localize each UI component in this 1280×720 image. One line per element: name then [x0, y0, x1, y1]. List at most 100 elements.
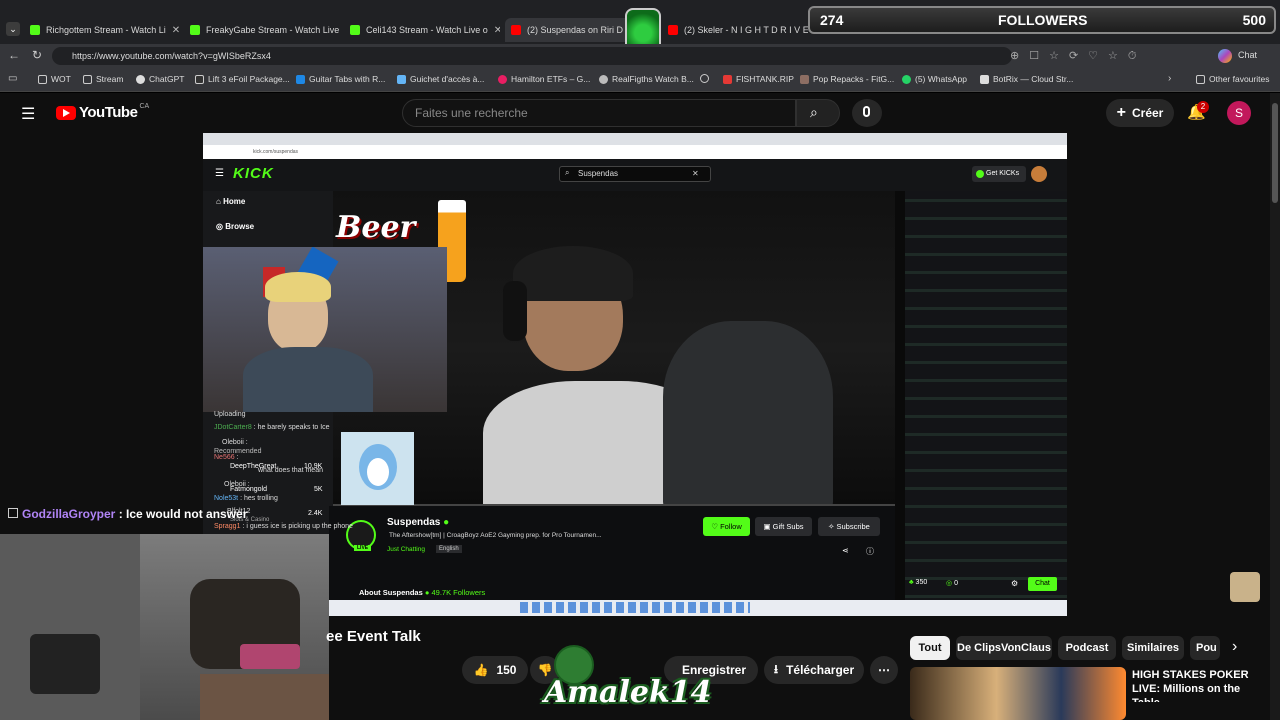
folder-icon: [38, 74, 47, 84]
globe-icon: [700, 74, 709, 83]
bookmark-item[interactable]: Hamilton ETFs – G...: [498, 74, 590, 84]
penguin-sticker: [341, 432, 414, 505]
overlay-chat-message: GodzillaGroyper : Ice would not answer: [8, 507, 247, 521]
folder-icon: [1196, 74, 1205, 84]
info-icon: ⓘ: [866, 547, 874, 556]
followers-goal-overlay: 274 FOLLOWERS 500: [808, 6, 1276, 34]
tab-list-button[interactable]: ⌄: [6, 22, 20, 36]
menu-icon[interactable]: ☰: [21, 104, 35, 124]
taskbar-icons: [520, 602, 750, 613]
download-button[interactable]: ⭳ Télécharger: [764, 656, 864, 684]
gift-icon: ▣: [763, 522, 773, 531]
voice-search-button[interactable]: [852, 99, 882, 127]
kick-search-input: Suspendas: [559, 166, 711, 182]
botrix-icon: [980, 74, 989, 84]
guitar-tabs-icon: [296, 74, 305, 84]
bookmark-item[interactable]: [700, 74, 713, 83]
thumbs-up-icon: 👍: [473, 663, 489, 677]
plus-icon: +: [1116, 104, 1126, 121]
download-icon: ⭳: [773, 661, 779, 676]
bookmark-item[interactable]: Guitar Tabs with R...: [296, 74, 385, 84]
chat-line: what does that mean: [258, 467, 323, 474]
viewer-count: ♣ 350: [909, 579, 928, 586]
suggested-thumbnail[interactable]: [910, 667, 1126, 720]
chat-badge-icon: [8, 508, 18, 518]
captured-address-bar: kick.com/suspendas: [203, 145, 1067, 159]
follow-button: ♡ Follow: [703, 517, 750, 536]
search-input[interactable]: Faites une recherche: [402, 99, 796, 127]
more-icon: ⋯: [878, 663, 890, 677]
chip-from-channel[interactable]: De ClipsVonClaus: [956, 636, 1052, 660]
kick-favicon-icon: [190, 25, 200, 35]
close-tab-icon[interactable]: ✕: [494, 25, 500, 36]
captured-browser-tabs: [203, 133, 1067, 145]
gaming-chair: [663, 321, 833, 506]
mic-icon: [863, 106, 870, 117]
create-button[interactable]: + Créer: [1106, 99, 1174, 127]
kick-chat-panel-blurred: [905, 191, 1067, 600]
bookmark-item[interactable]: Lift 3 eFoil Package...: [195, 74, 290, 84]
bookmark-item[interactable]: BotRix — Cloud Str...: [980, 74, 1073, 84]
like-button[interactable]: 👍 150: [462, 656, 528, 684]
chevron-right-icon[interactable]: ›: [1232, 638, 1237, 656]
chat-line: Spragg1 : i guess ice is picking up the …: [214, 523, 353, 530]
search-button[interactable]: ⌕: [796, 99, 840, 127]
browser-tab[interactable]: Richgottem Stream - Watch Li ✕: [30, 18, 180, 42]
bookmark-item[interactable]: Pop Repacks - FitG...: [800, 74, 894, 84]
address-bar[interactable]: https://www.youtube.com/watch?v=gWISbeRZ…: [52, 47, 1012, 65]
browser-tab[interactable]: Celi143 Stream - Watch Live o ✕: [350, 18, 500, 42]
points-count: ◎ 0: [946, 580, 958, 587]
chevron-right-icon[interactable]: ›: [1168, 73, 1171, 84]
youtube-favicon-icon: [511, 25, 521, 35]
youtube-logo[interactable]: YouTube CA: [56, 103, 149, 121]
bookmark-item[interactable]: ChatGPT: [136, 74, 184, 84]
followers-goal: 500: [1242, 12, 1266, 28]
facecam-overlay: [203, 247, 447, 412]
back-icon[interactable]: ←: [8, 48, 20, 62]
chat-button[interactable]: Chat: [1238, 50, 1257, 60]
kick-menu-icon: ☰: [215, 168, 224, 179]
other-favourites[interactable]: Other favourites: [1196, 74, 1269, 84]
bookmark-item[interactable]: Guichet d'accès à...: [397, 74, 484, 84]
folder-icon: [83, 74, 92, 84]
browser-tab[interactable]: (2) Skeler - N I G H T D R I V E: [668, 18, 808, 42]
more-actions-button[interactable]: ⋯: [870, 656, 898, 684]
bookmark-item[interactable]: FISHTANK.RIP: [723, 74, 794, 84]
close-tab-icon[interactable]: ✕: [172, 25, 180, 36]
chat-line: Nole53t : hes trolling: [214, 495, 278, 502]
chat-line: Oleboii :: [224, 481, 250, 488]
chat-settings-icon: ⚙: [1011, 579, 1019, 588]
kick-coin-icon: [976, 170, 984, 178]
kick-search-icon: ⌕: [565, 168, 570, 177]
kick-clear-icon: ✕: [692, 169, 699, 178]
bookmark-item[interactable]: WOT: [38, 74, 71, 84]
about-streamer: About Suspendas ● 49.7K Followers: [359, 588, 486, 597]
browser-tab[interactable]: FreakyGabe Stream - Watch Live o✕: [190, 18, 340, 42]
gov-icon: [397, 74, 406, 84]
copilot-icon[interactable]: [1218, 49, 1232, 63]
suggested-title[interactable]: HIGH STAKES POKER LIVE: Millions on the …: [1132, 668, 1260, 702]
reading-list-icon[interactable]: ▭: [8, 73, 17, 84]
bookmark-item[interactable]: RealFigths Watch B...: [599, 74, 694, 84]
kick-nav-home: ⌂ Home: [216, 197, 246, 206]
whatsapp-icon: [902, 74, 911, 84]
toolbar-icons: ⊕☐☆⟳♡☆⏱: [1010, 50, 1147, 62]
bookmark-item[interactable]: Stream: [83, 74, 123, 84]
page-scrollbar[interactable]: [1270, 93, 1280, 720]
chip-all[interactable]: Tout: [910, 636, 950, 660]
stream-title: The Aftershow[tm] | CroagBoyz AoE2 Gaymi…: [389, 532, 602, 539]
share-icon: ⋖: [842, 546, 849, 555]
chip-podcast[interactable]: Podcast: [1058, 636, 1116, 660]
chip-related[interactable]: Similaires: [1122, 636, 1184, 660]
verified-icon: ●: [443, 517, 450, 528]
chip-more[interactable]: Pou: [1190, 636, 1220, 660]
chat-line: Ne566 :: [214, 454, 239, 461]
browse-icon: ◎: [216, 222, 226, 231]
kick-nav-browse: ◎ Browse: [216, 222, 255, 231]
avatar[interactable]: S: [1227, 101, 1251, 125]
beer-sticker: Beer: [336, 210, 416, 245]
heart-icon: ♡: [711, 522, 721, 531]
reload-icon[interactable]: ↻: [32, 48, 42, 62]
bookmark-item[interactable]: (5) WhatsApp: [902, 74, 967, 84]
repack-icon: [800, 74, 809, 84]
